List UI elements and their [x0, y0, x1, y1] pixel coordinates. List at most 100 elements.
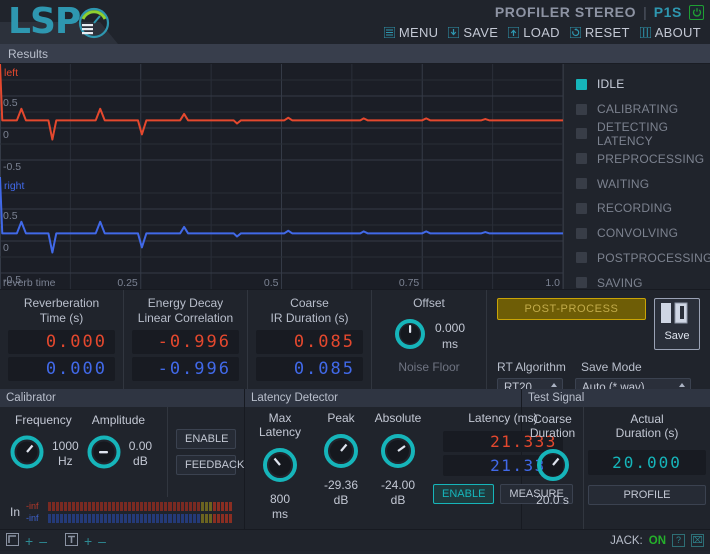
meter-segment [124, 501, 128, 511]
header-right: PROFILER STEREO | P1S MENU SAVE LOAD RES… [381, 0, 704, 42]
svg-text:0: 0 [3, 129, 9, 141]
power-icon[interactable] [689, 4, 704, 20]
save-mode-label: Save Mode [581, 360, 642, 374]
coarse-label-line1: Coarse [533, 412, 572, 426]
max-latency-readout: 800 ms [270, 492, 290, 522]
menu-button-load[interactable]: LOAD [505, 25, 563, 40]
meter-segment [152, 513, 156, 523]
menu-button-save[interactable]: SAVE [445, 25, 501, 40]
font-increase-button[interactable]: + [84, 534, 92, 548]
offset-readout: 0.000 ms [435, 320, 465, 352]
meter-segment [48, 501, 52, 511]
hamburger-icon [383, 26, 396, 38]
jack-label: JACK: [610, 534, 643, 547]
meter-segment [192, 501, 196, 511]
metric-title-line2: Time (s) [39, 311, 84, 325]
window-size-icon[interactable] [6, 532, 19, 549]
meter-segment [216, 513, 220, 523]
coarse-duration-knob[interactable] [534, 446, 572, 487]
status-led-detecting-latency [576, 128, 587, 140]
postprocess-panel: POST-PROCESS Save RT Algorithm Save Mode… [487, 290, 710, 398]
font-size-icon[interactable] [64, 532, 78, 549]
meter-segment [192, 513, 196, 523]
status-label-waiting: WAITING [597, 176, 650, 191]
status-item-calibrating[interactable]: CALIBRATING [564, 97, 710, 122]
metric-title-line2: IR Duration (s) [270, 311, 349, 325]
latency-detector-panel: Latency Detector Max Latency 800 ms Peak… [245, 389, 573, 529]
logo-knob-icon [74, 2, 114, 42]
scale-decrease-button[interactable]: – [39, 534, 47, 548]
header-bar: LSP PROFILER STEREO | P1S MENU SAVE LOAD… [0, 0, 710, 44]
frequency-knob[interactable] [8, 433, 46, 474]
peak-knob[interactable] [321, 431, 361, 474]
metric-value-right: -0.996 [132, 357, 239, 381]
meter-segment [92, 501, 96, 511]
meter-segment [80, 513, 84, 523]
meter-segment [160, 501, 164, 511]
status-item-recording[interactable]: RECORDING [564, 196, 710, 221]
meter-segment [164, 513, 168, 523]
status-label-postprocessing: POSTPROCESSING [597, 250, 710, 265]
profile-button[interactable]: PROFILE [588, 485, 706, 505]
calibrator-feedback-button[interactable]: FEEDBACK [176, 455, 244, 475]
meter-segment [76, 501, 80, 511]
plugin-title: PROFILER STEREO [494, 4, 637, 20]
svg-text:right: right [4, 180, 25, 192]
save-arrow-down-icon [447, 26, 460, 38]
jack-status: ON [648, 534, 666, 547]
menu-button-menu[interactable]: MENU [381, 25, 441, 40]
max-latency-knob[interactable] [260, 445, 300, 488]
max-latency-value: 800 [269, 492, 291, 506]
metric-title-line1: Energy Decay [147, 296, 224, 310]
offset-value: 0.000 [434, 320, 466, 335]
svg-text:1.0: 1.0 [545, 277, 560, 289]
svg-text:-0.5: -0.5 [3, 161, 21, 173]
latency-enable-button[interactable]: ENABLE [433, 484, 495, 504]
metric-title-line1: Coarse [290, 296, 329, 310]
menu-button-about[interactable]: ABOUT [637, 25, 704, 40]
meter-segment [144, 513, 148, 523]
offset-knob[interactable] [393, 317, 427, 354]
title-separator: | [643, 4, 647, 20]
scale-increase-button[interactable]: + [25, 534, 33, 548]
meter-segment [184, 513, 188, 523]
meter-segment [116, 513, 120, 523]
help-icon[interactable]: ? [672, 534, 685, 547]
results-graph[interactable]: left 0.5 0 -0.5 right 0.5 0 -0.5 reverb time 0.25… [0, 64, 563, 289]
save-button[interactable]: Save [654, 298, 700, 350]
calibrator-enable-button[interactable]: ENABLE [176, 429, 236, 449]
absolute-knob[interactable] [378, 431, 418, 474]
status-item-convolving[interactable]: CONVOLVING [564, 221, 710, 246]
status-item-detecting-latency[interactable]: DETECTING LATENCY [564, 120, 710, 148]
meter-bar-right[interactable] [48, 513, 232, 523]
meter-bar-left[interactable] [48, 501, 232, 511]
status-item-postprocessing[interactable]: POSTPROCESSING [564, 246, 710, 271]
status-item-idle[interactable]: IDLE [564, 72, 710, 97]
results-title: Results [8, 46, 49, 61]
absolute-control: Absolute -24.00 dB [369, 411, 427, 529]
meter-right-value: -inf [26, 513, 39, 523]
meter-segment [132, 513, 136, 523]
post-process-button[interactable]: POST-PROCESS [497, 298, 646, 320]
resize-grip-icon[interactable]: ⌧ [691, 534, 704, 547]
offset-control: Offset 0.000 ms Noise Floor [372, 290, 487, 389]
meter-segment [144, 501, 148, 511]
meter-segment [96, 513, 100, 523]
latency-detector-body: Max Latency 800 ms Peak -29.36 dB Absolu… [245, 407, 573, 529]
actual-duration-value: 20.000 [588, 450, 706, 475]
metric-value-right: 0.000 [8, 357, 115, 381]
actual-duration-label: Actual Duration (s) [616, 412, 679, 440]
amplitude-knob[interactable] [85, 433, 123, 474]
meter-segment [212, 513, 216, 523]
offset-knob-row: 0.000 ms [393, 317, 465, 354]
meter-segment [204, 513, 208, 523]
absolute-value: -24.00 [380, 478, 416, 492]
menu-button-reset[interactable]: RESET [567, 25, 633, 40]
status-item-waiting[interactable]: WAITING [564, 171, 710, 196]
absolute-unit: dB [390, 493, 406, 507]
meter-segment [88, 501, 92, 511]
status-item-preprocessing[interactable]: PREPROCESSING [564, 146, 710, 171]
metric-title-coarse-ir: Coarse IR Duration (s) [270, 296, 348, 326]
font-decrease-button[interactable]: – [98, 534, 106, 548]
meter-segment [64, 513, 68, 523]
